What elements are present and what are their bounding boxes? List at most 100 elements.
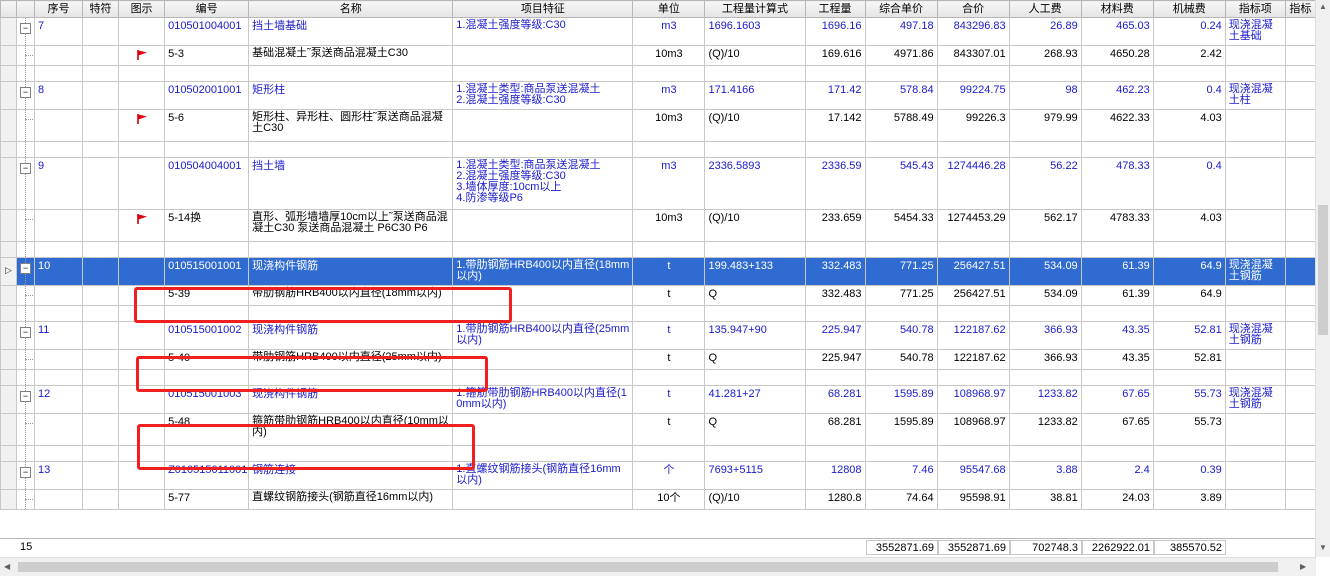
material-cell[interactable]: 4783.33 bbox=[1080, 209, 1154, 242]
unit-cell[interactable]: t bbox=[632, 413, 706, 446]
machine-cell[interactable]: 55.73 bbox=[1152, 413, 1226, 446]
empty-cell[interactable] bbox=[33, 241, 84, 258]
header-labor-col[interactable]: 人工费 bbox=[1008, 0, 1082, 18]
index-cell[interactable] bbox=[1224, 109, 1286, 142]
tree-cell[interactable] bbox=[16, 349, 35, 370]
machine-cell[interactable]: 64.9 bbox=[1152, 257, 1226, 286]
index2-cell[interactable] bbox=[1284, 81, 1316, 110]
special-cell[interactable] bbox=[82, 285, 120, 306]
material-cell[interactable]: 4622.33 bbox=[1080, 109, 1154, 142]
machine-cell[interactable]: 55.73 bbox=[1152, 385, 1226, 414]
empty-cell[interactable] bbox=[82, 305, 120, 322]
unit-price-cell[interactable]: 1595.89 bbox=[864, 385, 938, 414]
row-indicator[interactable] bbox=[0, 109, 17, 142]
seq-cell[interactable] bbox=[33, 109, 84, 142]
machine-cell[interactable]: 3.89 bbox=[1152, 489, 1226, 510]
total-cell[interactable]: 1274446.28 bbox=[936, 157, 1010, 210]
header-index-col[interactable]: 指标项 bbox=[1224, 0, 1286, 18]
empty-cell[interactable] bbox=[1284, 241, 1316, 258]
qty-cell[interactable]: 68.281 bbox=[804, 385, 866, 414]
empty-cell[interactable] bbox=[704, 65, 806, 82]
formula-cell[interactable]: Q bbox=[704, 285, 806, 306]
code-cell[interactable]: 010502001001 bbox=[164, 81, 250, 110]
labor-cell[interactable]: 1233.82 bbox=[1008, 385, 1082, 414]
empty-cell[interactable] bbox=[452, 305, 634, 322]
code-cell[interactable]: 010504004001 bbox=[164, 157, 250, 210]
labor-cell[interactable]: 534.09 bbox=[1008, 285, 1082, 306]
empty-cell[interactable] bbox=[1152, 65, 1226, 82]
tree-cell[interactable]: − bbox=[16, 461, 35, 490]
code-cell[interactable]: 010515001001 bbox=[164, 257, 250, 286]
empty-cell[interactable] bbox=[118, 141, 166, 158]
row-indicator[interactable] bbox=[0, 385, 17, 414]
index2-cell[interactable] bbox=[1284, 17, 1316, 46]
quota-sub-row[interactable]: 5-6 矩形柱、异形柱、圆形柱˜泵送商品混凝土C30 10m3 (Q)/10 17.14… bbox=[0, 109, 1316, 142]
row-indicator[interactable] bbox=[0, 65, 17, 82]
unit-cell[interactable]: 10个 bbox=[632, 489, 706, 510]
bill-item-row[interactable]: ▷ −10 010515001001 现浇构件钢筋 1.带肋钢筋HRB400以内直径(1… bbox=[0, 257, 1316, 286]
material-cell[interactable]: 43.35 bbox=[1080, 321, 1154, 350]
empty-cell[interactable] bbox=[804, 305, 866, 322]
bill-item-row[interactable]: −9 010504004001 挡土墙 1.混凝土类型:商品泵送混凝土 2.混凝土强度… bbox=[0, 157, 1316, 210]
empty-cell[interactable] bbox=[804, 445, 866, 462]
row-indicator[interactable] bbox=[0, 157, 17, 210]
qty-cell[interactable]: 225.947 bbox=[804, 349, 866, 370]
icon-cell[interactable] bbox=[118, 257, 166, 286]
index-cell[interactable] bbox=[1224, 489, 1286, 510]
tree-cell[interactable]: − bbox=[16, 157, 35, 210]
code-cell[interactable]: 010515001003 bbox=[164, 385, 250, 414]
special-cell[interactable] bbox=[82, 321, 120, 350]
empty-cell[interactable] bbox=[1284, 369, 1316, 386]
quota-sub-row[interactable]: 5-14换 直形、弧形墙墙厚10cm以上˜泵送商品混凝土C30 泵送商品混凝土 P… bbox=[0, 209, 1316, 242]
unit-cell[interactable]: t bbox=[632, 257, 706, 286]
formula-cell[interactable]: 1696.1603 bbox=[704, 17, 806, 46]
index-cell[interactable]: 现浇混凝土基础 bbox=[1224, 17, 1286, 46]
code-cell[interactable]: 5-40 bbox=[164, 349, 250, 370]
empty-cell[interactable] bbox=[452, 141, 634, 158]
qty-cell[interactable]: 12808 bbox=[804, 461, 866, 490]
collapse-icon[interactable]: − bbox=[20, 327, 31, 338]
labor-cell[interactable]: 268.93 bbox=[1008, 45, 1082, 66]
qty-cell[interactable]: 171.42 bbox=[804, 81, 866, 110]
special-cell[interactable] bbox=[82, 81, 120, 110]
unit-cell[interactable]: 10m3 bbox=[632, 109, 706, 142]
unit-cell[interactable]: m3 bbox=[632, 81, 706, 110]
formula-cell[interactable]: 135.947+90 bbox=[704, 321, 806, 350]
empty-cell[interactable] bbox=[704, 445, 806, 462]
icon-cell[interactable] bbox=[118, 157, 166, 210]
tree-cell[interactable] bbox=[16, 445, 35, 462]
index-cell[interactable]: 现浇混凝土钢筋 bbox=[1224, 257, 1286, 286]
unit-cell[interactable]: t bbox=[632, 321, 706, 350]
machine-cell[interactable]: 0.4 bbox=[1152, 157, 1226, 210]
feature-cell[interactable] bbox=[452, 209, 634, 242]
seq-cell[interactable]: 11 bbox=[33, 321, 84, 350]
header-icon-col[interactable]: 图示 bbox=[118, 0, 166, 18]
empty-cell[interactable] bbox=[452, 241, 634, 258]
special-cell[interactable] bbox=[82, 157, 120, 210]
index2-cell[interactable] bbox=[1284, 209, 1316, 242]
empty-cell[interactable] bbox=[1080, 65, 1154, 82]
feature-cell[interactable]: 1.箍筋带肋钢筋HRB400以内直径(10mm以内) bbox=[452, 385, 634, 414]
empty-cell[interactable] bbox=[1224, 65, 1286, 82]
tree-cell[interactable] bbox=[16, 413, 35, 446]
empty-cell[interactable] bbox=[1008, 445, 1082, 462]
special-cell[interactable] bbox=[82, 349, 120, 370]
empty-cell[interactable] bbox=[632, 369, 706, 386]
empty-cell[interactable] bbox=[33, 65, 84, 82]
row-indicator[interactable] bbox=[0, 413, 17, 446]
empty-cell[interactable] bbox=[248, 369, 454, 386]
qty-cell[interactable]: 169.616 bbox=[804, 45, 866, 66]
row-indicator[interactable] bbox=[0, 445, 17, 462]
icon-cell[interactable] bbox=[118, 349, 166, 370]
name-cell[interactable]: 挡土墙基础 bbox=[248, 17, 454, 46]
collapse-icon[interactable]: − bbox=[20, 163, 31, 174]
seq-cell[interactable] bbox=[33, 349, 84, 370]
blank-row[interactable] bbox=[0, 305, 1316, 322]
index-cell[interactable] bbox=[1224, 461, 1286, 490]
empty-cell[interactable] bbox=[632, 445, 706, 462]
formula-cell[interactable]: Q bbox=[704, 349, 806, 370]
empty-cell[interactable] bbox=[1152, 141, 1226, 158]
special-cell[interactable] bbox=[82, 209, 120, 242]
material-cell[interactable]: 2.4 bbox=[1080, 461, 1154, 490]
empty-cell[interactable] bbox=[1080, 369, 1154, 386]
